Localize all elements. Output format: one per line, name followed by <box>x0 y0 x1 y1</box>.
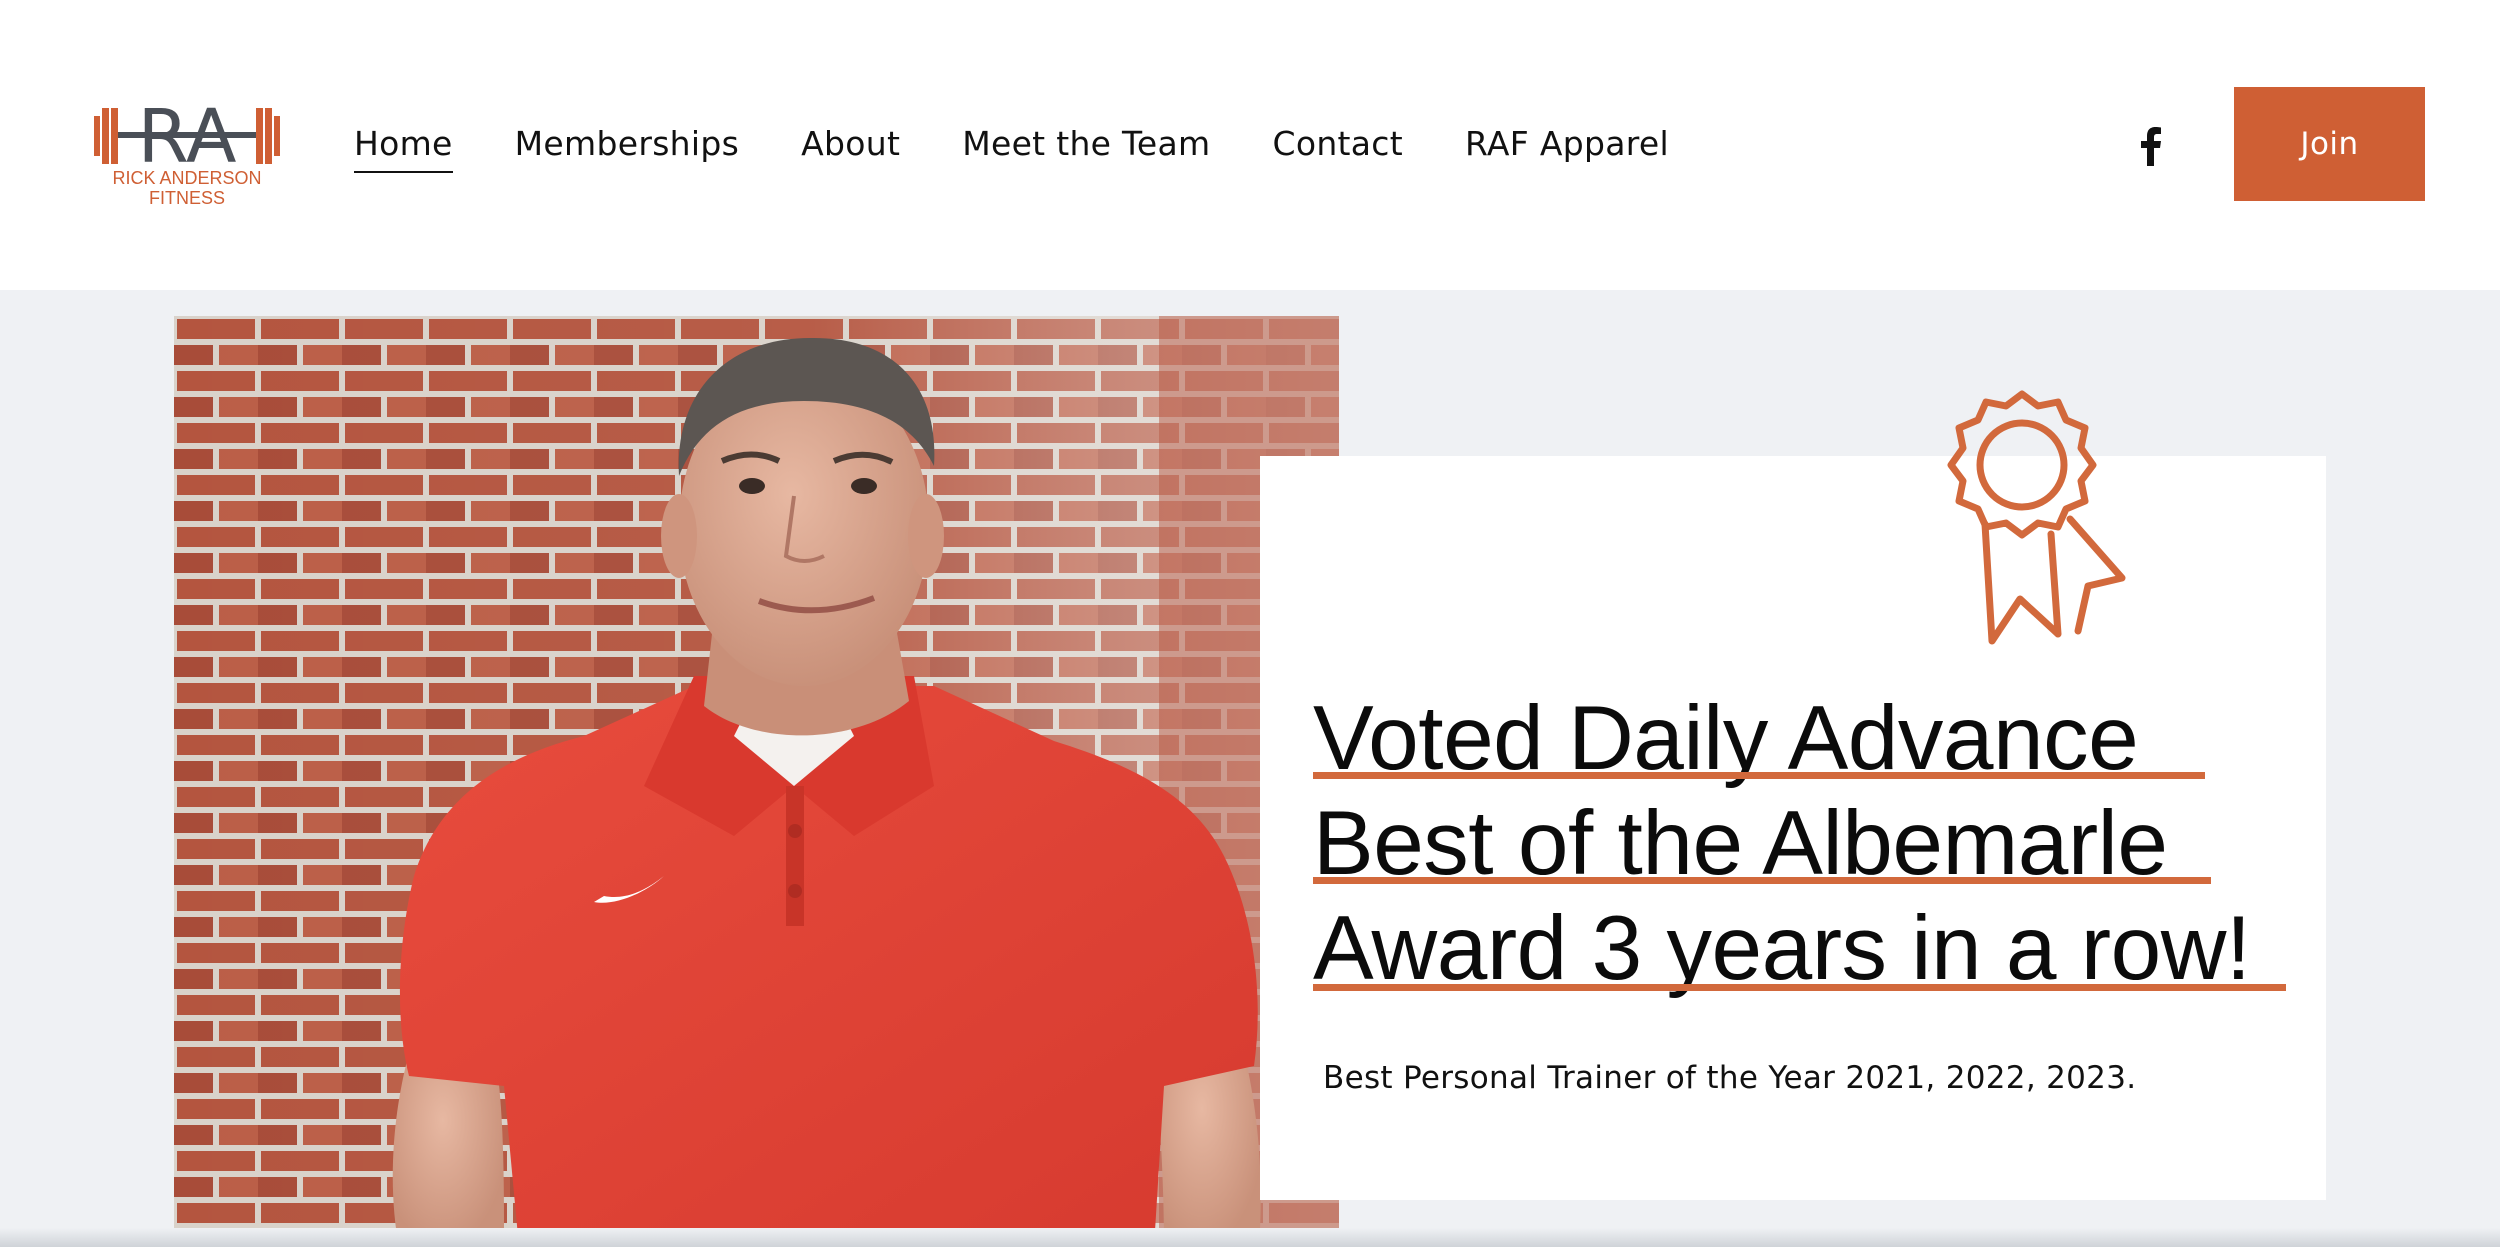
svg-text:FITNESS: FITNESS <box>149 188 225 208</box>
join-button[interactable]: Join <box>2234 87 2425 201</box>
page-bottom-edge <box>0 1228 2500 1247</box>
headline-underline <box>1313 984 2286 991</box>
award-subtext: Best Personal Trainer of the Year 2021, … <box>1323 1060 2137 1096</box>
brand-logo[interactable]: RA RICK ANDERSON FITNESS <box>92 88 282 212</box>
main-nav: Home Memberships About Meet the Team Con… <box>354 118 1731 174</box>
headline-underline <box>1313 772 2205 779</box>
portrait-photo <box>174 316 1339 1247</box>
nav-item-meet-the-team[interactable]: Meet the Team <box>962 124 1210 169</box>
award-ribbon-icon <box>1930 384 2170 654</box>
nav-item-about[interactable]: About <box>801 124 900 169</box>
site-header: RA RICK ANDERSON FITNESS Home Membership… <box>0 0 2500 290</box>
headline-underline <box>1313 877 2211 884</box>
facebook-icon[interactable] <box>2134 126 2166 166</box>
nav-item-contact[interactable]: Contact <box>1272 124 1403 169</box>
award-headline: Voted Daily Advance Best of the Albemarl… <box>1313 686 2333 1001</box>
nav-item-raf-apparel[interactable]: RAF Apparel <box>1465 124 1669 169</box>
svg-text:RICK ANDERSON: RICK ANDERSON <box>112 168 261 188</box>
nav-item-memberships[interactable]: Memberships <box>515 124 739 169</box>
nav-item-home[interactable]: Home <box>354 124 453 173</box>
